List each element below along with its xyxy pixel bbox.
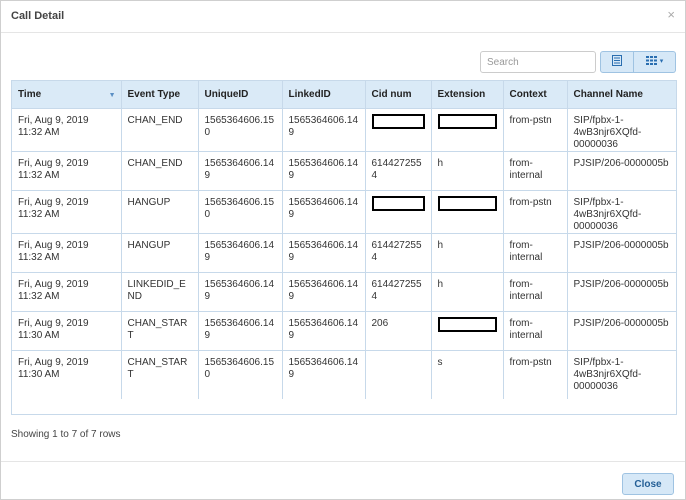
search-input[interactable] (480, 51, 596, 73)
redacted-block (437, 316, 497, 332)
call-detail-table: Time ▼ Event Type UniqueID LinkedID Cid n… (12, 81, 676, 399)
cell-time: Fri, Aug 9, 2019 11:32 AM (12, 233, 122, 273)
cell-context: from-pstn (503, 108, 568, 152)
cell-uniqueid: 1565364606.150 (198, 108, 283, 152)
close-button[interactable]: Close (622, 473, 674, 495)
table-row[interactable]: Fri, Aug 9, 2019 11:32 AM CHAN_END 1565364… (12, 151, 676, 191)
table-row[interactable]: Fri, Aug 9, 2019 11:32 AM HANGUP 156536460… (12, 190, 676, 234)
columns-grid-icon (645, 56, 657, 68)
table-row[interactable]: Fri, Aug 9, 2019 11:30 AM CHAN_START 15653… (12, 311, 676, 351)
dialog-title: Call Detail (11, 10, 65, 22)
cell-uniqueid: 1565364606.149 (198, 272, 283, 312)
redacted-block (371, 195, 425, 211)
chevron-down-icon: ▾ (659, 58, 664, 65)
table-header-row: Time ▼ Event Type UniqueID LinkedID Cid n… (12, 81, 676, 109)
cell-linkedid: 1565364606.149 (282, 151, 366, 191)
close-icon[interactable]: × (667, 8, 675, 22)
columns-dropdown-button[interactable]: ▾ (634, 51, 676, 73)
cell-event-type: HANGUP (121, 233, 199, 273)
cell-event-type: CHAN_END (121, 108, 199, 152)
cell-channel-name: SIP/fpbx-1-4wB3njr6XQfd-00000036 (573, 356, 642, 392)
cell-cid-num: 6144272554 (365, 272, 432, 312)
pagination-summary: Showing 1 to 7 of 7 rows (11, 429, 121, 440)
cell-extension (431, 190, 504, 234)
cell-time: Fri, Aug 9, 2019 11:32 AM (12, 190, 122, 234)
cell-event-type: HANGUP (121, 190, 199, 234)
cell-time: Fri, Aug 9, 2019 11:32 AM (12, 272, 122, 312)
sort-descending-icon: ▼ (108, 92, 116, 99)
cell-linkedid: 1565364606.149 (282, 108, 366, 152)
table-row[interactable]: Fri, Aug 9, 2019 11:32 AM HANGUP 156536460… (12, 233, 676, 273)
cell-channel-name: SIP/fpbx-1-4wB3njr6XQfd-00000036 (567, 190, 676, 234)
cell-context: from-internal (503, 233, 568, 273)
table-row[interactable]: Fri, Aug 9, 2019 11:32 AM CHAN_END 1565364… (12, 108, 676, 152)
cell-event-type: CHAN_START (121, 350, 199, 399)
cell-event-type: CHAN_START (121, 311, 199, 351)
cell-uniqueid: 1565364606.149 (198, 311, 283, 351)
cell-channel-name: PJSIP/206-0000005b (567, 233, 676, 273)
cell-context: from-pstn (503, 190, 568, 234)
cell-context: from-pstn (503, 350, 568, 399)
cell-event-type: CHAN_END (121, 151, 199, 191)
cell-extension: s (431, 350, 504, 399)
call-detail-table-container: Time ▼ Event Type UniqueID LinkedID Cid n… (11, 80, 677, 415)
cell-linkedid: 1565364606.149 (282, 272, 366, 312)
column-header-uniqueid[interactable]: UniqueID (198, 81, 283, 109)
cell-cid-num: 6144272554 (365, 233, 432, 273)
cell-cid-num (365, 350, 432, 399)
cell-extension: h (431, 151, 504, 191)
cell-event-type: LINKEDID_END (121, 272, 199, 312)
cell-extension: h (431, 233, 504, 273)
cell-channel-name: PJSIP/206-0000005b (567, 272, 676, 312)
column-header-extension[interactable]: Extension (431, 81, 504, 109)
dialog-header: Call Detail × (1, 1, 685, 33)
table-row[interactable]: Fri, Aug 9, 2019 11:30 AM CHAN_START 15653… (12, 350, 676, 399)
cell-extension: h (431, 272, 504, 312)
cell-uniqueid: 1565364606.150 (198, 190, 283, 234)
cell-linkedid: 1565364606.149 (282, 190, 366, 234)
cell-linkedid: 1565364606.149 (282, 350, 366, 399)
view-button-group: ▾ (600, 51, 676, 73)
cell-context: from-internal (503, 151, 568, 191)
cell-channel-name: PJSIP/206-0000005b (567, 151, 676, 191)
cell-time: Fri, Aug 9, 2019 11:32 AM (12, 151, 122, 191)
cell-uniqueid: 1565364606.149 (198, 151, 283, 191)
column-header-time[interactable]: Time ▼ (12, 81, 122, 109)
cell-cid-num (365, 190, 432, 234)
cell-uniqueid: 1565364606.149 (198, 233, 283, 273)
redacted-block (437, 195, 497, 211)
cell-time: Fri, Aug 9, 2019 11:30 AM (12, 350, 122, 399)
redacted-block (371, 113, 425, 129)
cell-context: from-internal (503, 311, 568, 351)
cell-linkedid: 1565364606.149 (282, 233, 366, 273)
column-header-context[interactable]: Context (503, 81, 568, 109)
cell-cid-num (365, 108, 432, 152)
cell-extension (431, 108, 504, 152)
cell-uniqueid: 1565364606.150 (198, 350, 283, 399)
column-header-channel-name[interactable]: Channel Name (567, 81, 676, 109)
cell-cid-num: 206 (365, 311, 432, 351)
list-view-icon (612, 55, 622, 69)
list-view-button[interactable] (600, 51, 634, 73)
cell-time: Fri, Aug 9, 2019 11:30 AM (12, 311, 122, 351)
cell-context: from-internal (503, 272, 568, 312)
cell-cid-num: 6144272554 (365, 151, 432, 191)
table-row[interactable]: Fri, Aug 9, 2019 11:32 AM LINKEDID_END 156… (12, 272, 676, 312)
call-detail-dialog: Call Detail × ▾ (0, 0, 686, 500)
cell-extension (431, 311, 504, 351)
column-header-cid-num[interactable]: Cid num (365, 81, 432, 109)
column-header-event-type[interactable]: Event Type (121, 81, 199, 109)
redacted-block (437, 113, 497, 129)
dialog-footer (1, 461, 685, 499)
cell-channel-name: PJSIP/206-0000005b (567, 311, 676, 351)
column-header-linkedid[interactable]: LinkedID (282, 81, 366, 109)
cell-linkedid: 1565364606.149 (282, 311, 366, 351)
cell-channel-name: SIP/fpbx-1-4wB3njr6XQfd-00000036 (567, 108, 676, 152)
cell-time: Fri, Aug 9, 2019 11:32 AM (12, 108, 122, 152)
